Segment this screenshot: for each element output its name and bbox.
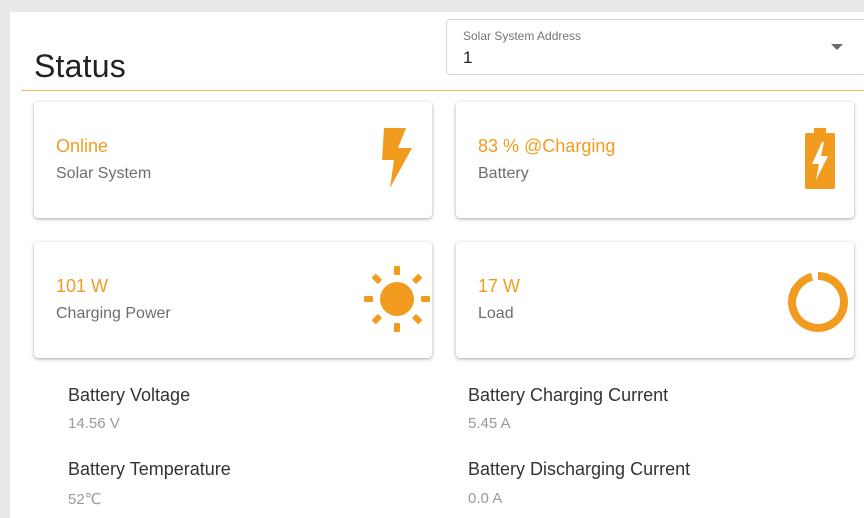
load-value: 17 W — [478, 276, 521, 296]
battery-discharging-current-label: Battery Discharging Current — [468, 459, 691, 479]
solar-system-status: Online — [56, 136, 109, 156]
battery-voltage-label: Battery Voltage — [68, 385, 191, 405]
battery-charging-icon — [805, 128, 835, 189]
battery-temperature-value: 52℃ — [68, 491, 102, 508]
solar-system-card: Online Solar System — [34, 102, 432, 218]
battery-discharging-current-value: 0.0 A — [468, 490, 503, 507]
load-label: Load — [478, 305, 514, 322]
address-select-value: 1 — [463, 48, 473, 67]
header-divider — [22, 90, 864, 91]
status-panel: Status Solar System Address 1 Online Sol… — [10, 12, 864, 518]
battery-status: 83 % @Charging — [478, 136, 616, 156]
address-select-label: Solar System Address — [463, 29, 582, 43]
load-card: 17 W Load — [456, 242, 854, 358]
battery-label: Battery — [478, 165, 529, 182]
charging-power-label: Charging Power — [56, 305, 171, 322]
solar-system-address-select[interactable]: Solar System Address 1 — [446, 19, 864, 75]
battery-card: 83 % @Charging Battery — [456, 102, 854, 218]
donut-load-icon — [788, 272, 848, 332]
lightning-bolt-icon — [382, 128, 412, 188]
chevron-down-icon[interactable] — [831, 44, 843, 50]
solar-system-label: Solar System — [56, 165, 152, 182]
charging-power-card: 101 W Charging Power — [34, 242, 432, 358]
battery-temperature-label: Battery Temperature — [68, 459, 231, 479]
page-title: Status — [34, 48, 126, 84]
sun-icon — [364, 266, 430, 332]
charging-power-value: 101 W — [56, 276, 109, 296]
battery-voltage-value: 14.56 V — [68, 415, 120, 432]
battery-charging-current-label: Battery Charging Current — [468, 385, 669, 405]
battery-charging-current-value: 5.45 A — [468, 415, 511, 432]
